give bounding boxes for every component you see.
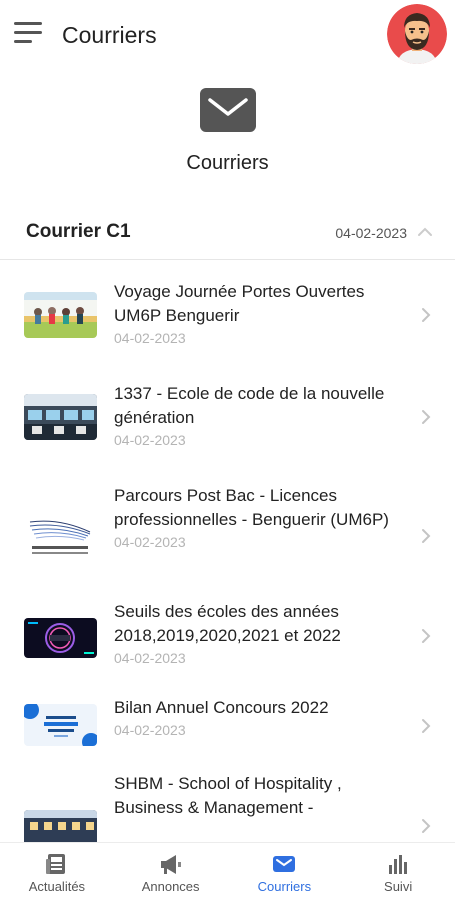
thumbnail-photo-group <box>24 292 97 338</box>
chevron-right-icon <box>422 719 431 733</box>
courrier-list: Voyage Journée Portes Ouvertes UM6P Beng… <box>0 262 455 842</box>
tab-actualites[interactable]: Actualités <box>0 843 114 900</box>
list-item[interactable]: SHBM - School of Hospitality , Business … <box>0 772 455 842</box>
app-header: Courriers <box>0 0 455 72</box>
item-title: SHBM - School of Hospitality , Business … <box>114 774 342 817</box>
section-header-courrier-c1[interactable]: Courrier C1 04-02-2023 <box>0 212 455 260</box>
megaphone-icon <box>160 855 181 874</box>
tab-label: Annonces <box>141 879 200 894</box>
thumbnail-blue-banner <box>24 704 97 746</box>
item-date: 04-02-2023 <box>114 534 186 550</box>
list-item[interactable]: 1337 - Ecole de code de la nouvelle géné… <box>0 364 455 466</box>
page-title: Courriers <box>62 22 157 48</box>
list-item[interactable]: Bilan Annuel Concours 2022 04-02-2023 <box>0 694 455 772</box>
thumbnail-building <box>24 810 97 842</box>
chevron-up-icon[interactable] <box>417 226 433 238</box>
item-title: Bilan Annuel Concours 2022 <box>114 698 329 717</box>
section-date: 04-02-2023 <box>335 225 407 241</box>
item-title: Parcours Post Bac - Licences professionn… <box>114 486 389 529</box>
thumbnail-computer-lab <box>24 394 97 440</box>
tab-label: Suivi <box>384 879 413 894</box>
tab-label: Courriers <box>257 879 312 894</box>
hero-title: Courriers <box>186 152 269 174</box>
bar-chart-icon <box>389 855 408 874</box>
section-title: Courrier C1 <box>26 221 131 242</box>
list-item[interactable]: Voyage Journée Portes Ouvertes UM6P Beng… <box>0 262 455 364</box>
hamburger-menu-icon[interactable] <box>14 22 44 48</box>
chevron-right-icon <box>422 529 431 543</box>
chevron-right-icon <box>422 819 431 833</box>
chevron-right-icon <box>422 410 431 424</box>
thumbnail-dark-banner <box>24 618 97 658</box>
newspaper-icon <box>45 854 65 874</box>
list-item[interactable]: Seuils des écoles des années 2018,2019,2… <box>0 592 455 694</box>
page-hero: Courriers <box>0 88 455 175</box>
item-title: Voyage Journée Portes Ouvertes UM6P Beng… <box>114 282 365 325</box>
tab-suivi[interactable]: Suivi <box>341 843 455 900</box>
envelope-icon <box>273 856 296 872</box>
envelope-icon <box>199 88 256 132</box>
chevron-right-icon <box>422 308 431 322</box>
item-date: 04-02-2023 <box>114 650 186 666</box>
item-date: 04-02-2023 <box>114 432 186 448</box>
chevron-right-icon <box>422 629 431 643</box>
tab-label: Actualités <box>28 879 86 894</box>
item-date: 04-02-2023 <box>114 330 186 346</box>
bearded-man-avatar-icon <box>387 4 447 64</box>
tab-annonces[interactable]: Annonces <box>114 843 228 900</box>
item-title: 1337 - Ecole de code de la nouvelle géné… <box>114 384 385 427</box>
bottom-navigation: Actualités Annonces Courriers Suivi <box>0 842 455 900</box>
item-date: 04-02-2023 <box>114 722 186 738</box>
avatar[interactable] <box>387 4 447 64</box>
thumbnail-university-logo <box>24 514 97 560</box>
tab-courriers[interactable]: Courriers <box>228 843 342 900</box>
list-item[interactable]: Parcours Post Bac - Licences professionn… <box>0 466 455 592</box>
item-title: Seuils des écoles des années 2018,2019,2… <box>114 602 341 645</box>
